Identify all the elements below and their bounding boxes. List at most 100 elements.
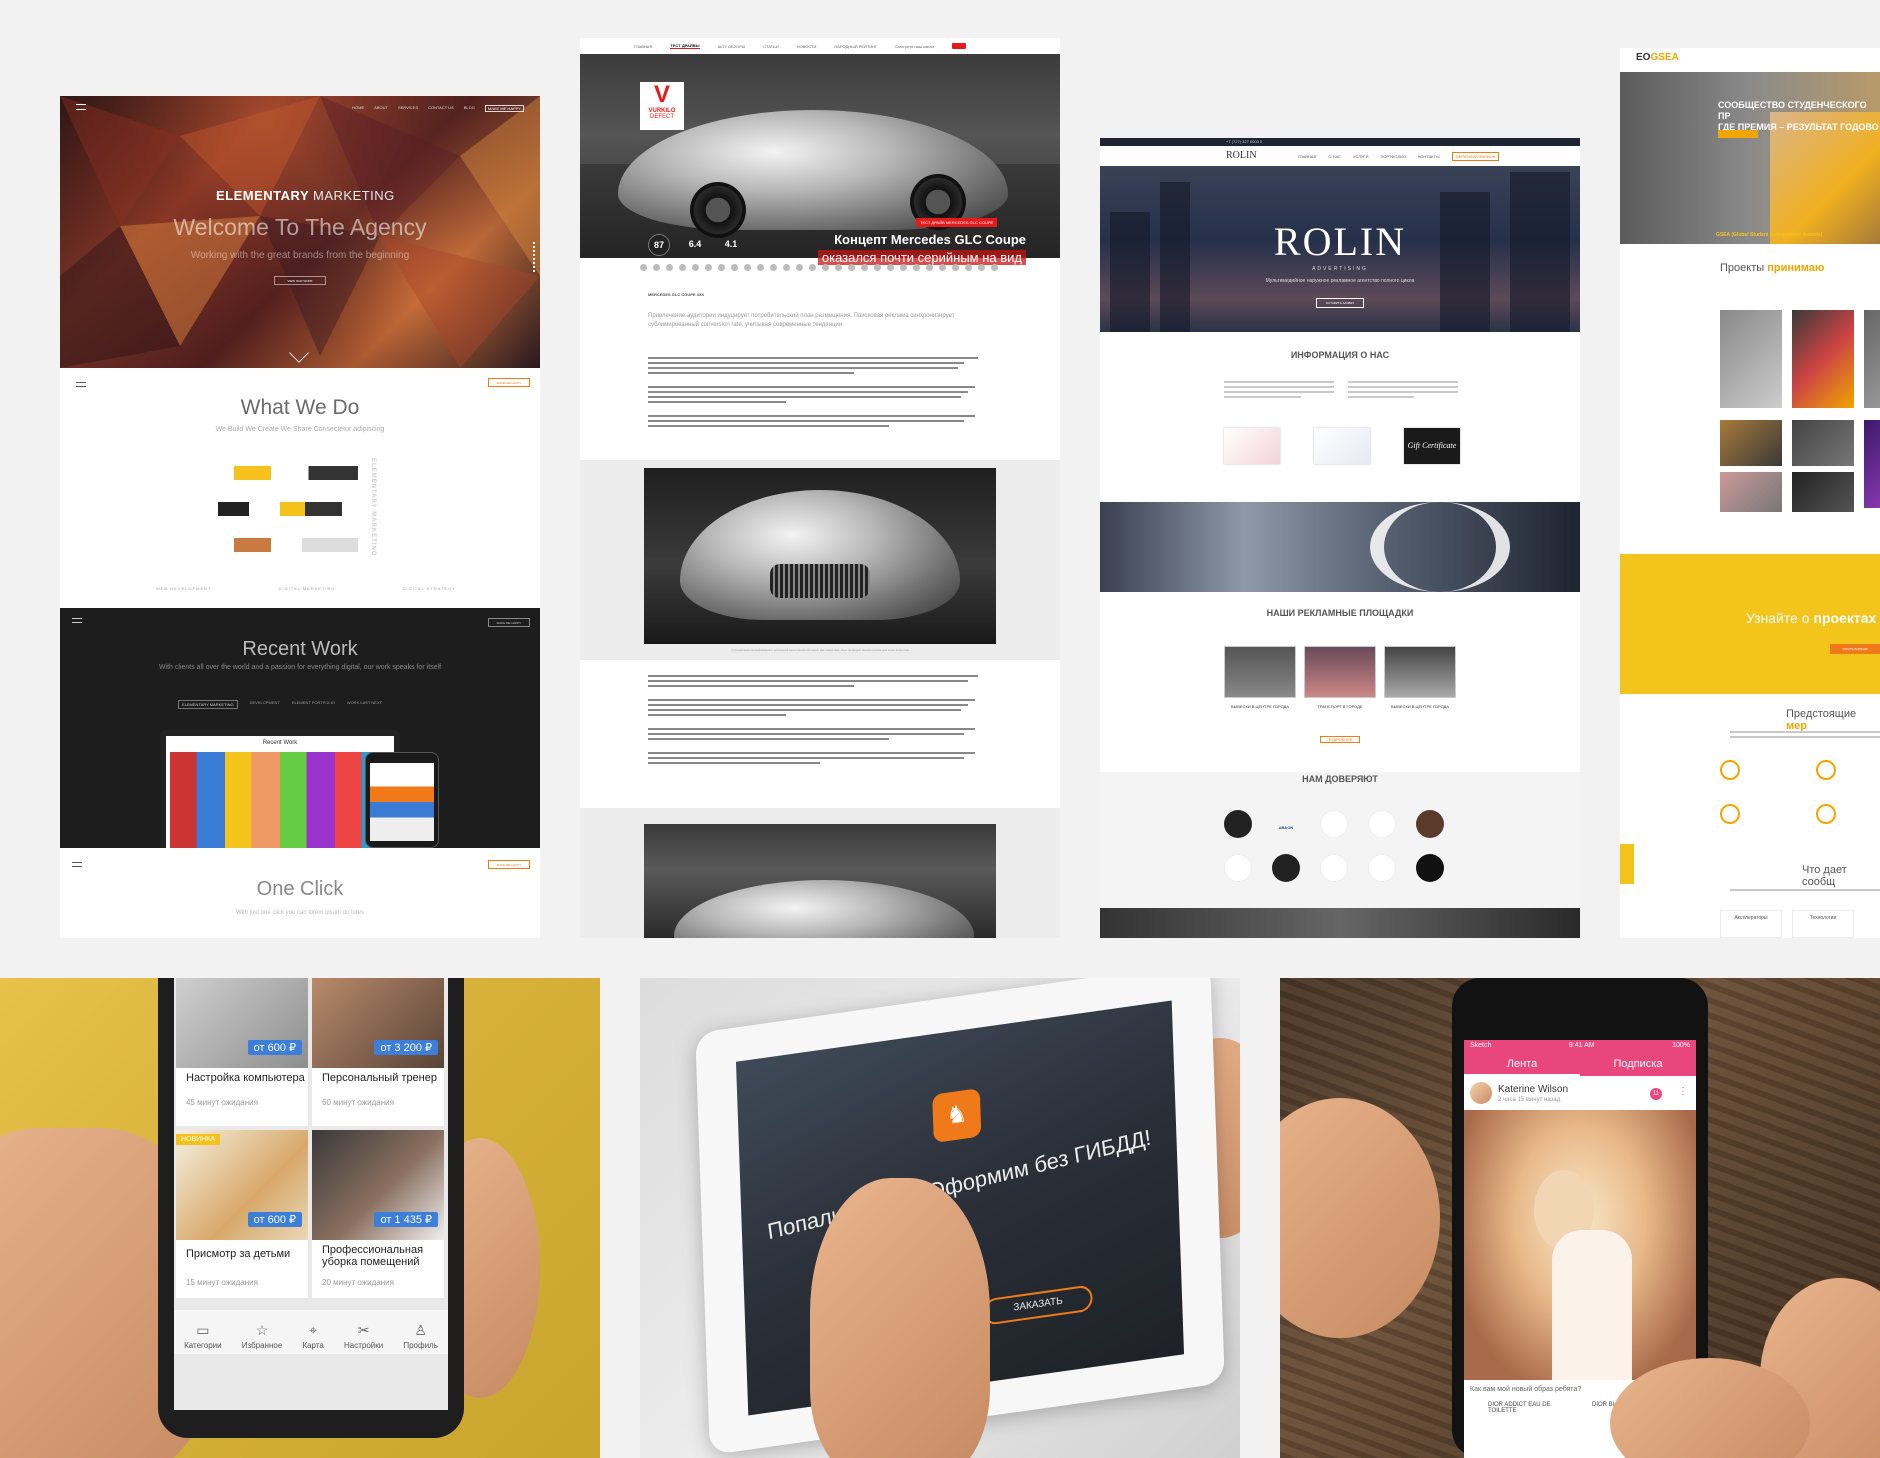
banner-button[interactable]: УЗНАТЬ БОЛЬШЕ (1830, 644, 1880, 654)
client-logo[interactable] (1224, 810, 1252, 838)
youtube-icon[interactable] (952, 43, 967, 49)
brand-logo[interactable] (718, 264, 725, 271)
nav-blog[interactable]: BLOG (464, 105, 475, 112)
brand-logo[interactable] (913, 264, 920, 271)
brand-logo[interactable] (692, 264, 699, 271)
tab-settings[interactable]: ✂ Настройки (344, 1322, 383, 1350)
brand-logo[interactable] (679, 264, 686, 271)
tab-subscriptions[interactable]: Подписка (1580, 1052, 1696, 1076)
brand-logo[interactable] (861, 264, 868, 271)
ad-placement-image[interactable] (1304, 646, 1376, 698)
project-card[interactable] (1792, 472, 1854, 512)
tab-feed[interactable]: Лента (1464, 1052, 1580, 1076)
project-card[interactable] (1720, 472, 1782, 512)
nav-portfolio[interactable]: ПОРТФОЛИО (1380, 154, 1406, 159)
brand-logo[interactable] (926, 264, 933, 271)
event-icon[interactable] (1720, 804, 1740, 824)
ad-placement-image[interactable] (1224, 646, 1296, 698)
brand-logo[interactable] (835, 264, 842, 271)
hero-button[interactable]: ОСТАВИТЬ ЗАЯВКУ (1316, 298, 1364, 308)
slide-dots[interactable] (533, 242, 535, 272)
brand-logo[interactable] (887, 264, 894, 271)
product-item[interactable]: DIOR ADDICT EAU DE TOILETTE (1470, 1402, 1570, 1414)
order-button[interactable]: ЗАКАЗАТЬ (983, 1284, 1093, 1326)
gives-card[interactable]: Технологии (1792, 910, 1854, 938)
tab-map[interactable]: ⌖ Карта (302, 1322, 323, 1350)
service-tile[interactable]: от 600 ₽ Настройка компьютера 45 минут о… (176, 978, 308, 1126)
client-logo[interactable] (1272, 854, 1300, 882)
brand-logo[interactable] (965, 264, 972, 271)
project-card[interactable] (1864, 310, 1880, 408)
client-logo[interactable] (1368, 854, 1396, 882)
tab-categories[interactable]: ▭ Категории (184, 1322, 222, 1350)
nav-test-drives[interactable]: ТЕСТ ДРАЙВЫ (670, 43, 700, 49)
more-icon[interactable]: ⋮ (1678, 1086, 1688, 1097)
brand-logo[interactable] (783, 264, 790, 271)
rolin-logo[interactable]: ROLIN (1226, 150, 1257, 161)
tab-favorites[interactable]: ☆ Избранное (242, 1322, 283, 1350)
like-count[interactable]: 11 (1650, 1088, 1662, 1100)
callback-button[interactable]: ОБРАТНЫЙ ЗВОНОК (1451, 151, 1500, 161)
tab-profile[interactable]: ♙ Профиль (403, 1322, 438, 1350)
certificate-card[interactable] (1314, 428, 1370, 464)
avatar[interactable] (1470, 1082, 1492, 1104)
nav-home[interactable]: HOME (352, 105, 364, 112)
certificate-card[interactable] (1224, 428, 1280, 464)
brand-logo[interactable] (731, 264, 738, 271)
recent-tab[interactable]: WORK LAST NEXT (347, 700, 382, 709)
nav-contacts[interactable]: КОНТАКТЫ (1418, 154, 1440, 159)
service-tile[interactable]: от 3 200 ₽ Персональный тренер 60 минут … (312, 978, 444, 1126)
brand-logo[interactable] (770, 264, 777, 271)
menu-icon[interactable] (72, 862, 82, 867)
brand-logo[interactable] (978, 264, 985, 271)
brand-logo[interactable] (952, 264, 959, 271)
event-icon[interactable] (1816, 760, 1836, 780)
client-logo[interactable] (1368, 810, 1396, 838)
username[interactable]: Katerine Wilson (1498, 1084, 1568, 1095)
project-card[interactable] (1792, 310, 1854, 408)
brand-logo[interactable] (939, 264, 946, 271)
nav-home[interactable]: ГЛАВНАЯ (1298, 154, 1316, 159)
brand-logo[interactable] (705, 264, 712, 271)
ads-more-button[interactable]: ПОДРОБНЕЕ (1320, 736, 1360, 743)
project-card[interactable] (1864, 420, 1880, 508)
client-logo[interactable] (1416, 854, 1444, 882)
service-tile[interactable]: НОВИНКА от 600 ₽ Присмотр за детьми 15 м… (176, 1130, 308, 1298)
service-tile[interactable]: от 1 435 ₽ Профессиональная уборка помещ… (312, 1130, 444, 1298)
ad-placement-image[interactable] (1384, 646, 1456, 698)
brand-logo[interactable] (848, 264, 855, 271)
brand-logo[interactable] (757, 264, 764, 271)
recent-tab[interactable]: ELEMENTARY MARKETING (178, 700, 238, 709)
event-icon[interactable] (1816, 804, 1836, 824)
recent-tab[interactable]: ELEMENT PORTFOLIO (292, 700, 335, 709)
nav-cta[interactable]: MAKE ME HAPPY (484, 105, 524, 112)
brand-logo[interactable] (874, 264, 881, 271)
brand-logo[interactable] (809, 264, 816, 271)
client-logo[interactable] (1320, 854, 1348, 882)
vurkilo-logo[interactable]: V VURKILO DEFECT (640, 82, 684, 130)
brand-logo[interactable] (991, 264, 998, 271)
project-card[interactable] (1720, 310, 1782, 408)
nav-contact[interactable]: CONTACT US (428, 105, 454, 112)
menu-icon[interactable] (72, 618, 82, 623)
make-happy-button[interactable]: MAKE ME HAPPY (488, 618, 530, 627)
client-logo[interactable]: ABAON (1272, 808, 1300, 836)
brand-logo[interactable] (640, 264, 647, 271)
nav-services[interactable]: УСЛУГИ (1353, 154, 1369, 159)
view-work-button[interactable]: VIEW OUR WORK (274, 276, 326, 285)
nav-channel[interactable]: Смотрите наш канал (895, 44, 934, 49)
nav-about[interactable]: О НАС (1328, 154, 1341, 159)
client-logo[interactable] (1224, 854, 1252, 882)
make-happy-button[interactable]: MAKE ME HAPPY (488, 378, 530, 387)
nav-news[interactable]: НОВОСТИ (797, 44, 817, 49)
project-card[interactable] (1720, 420, 1782, 466)
event-icon[interactable] (1720, 760, 1740, 780)
brand-logo[interactable] (796, 264, 803, 271)
post-photo[interactable] (1464, 1110, 1696, 1380)
recent-tab[interactable]: DEVELOPMENT (250, 700, 280, 709)
client-logo[interactable] (1416, 810, 1444, 838)
gsea-logo[interactable]: EOGSEA (1636, 52, 1679, 63)
brand-logo[interactable] (822, 264, 829, 271)
nav-reviews[interactable]: ШОУ ОБЗОРЫ (718, 44, 746, 49)
brand-logo[interactable] (666, 264, 673, 271)
